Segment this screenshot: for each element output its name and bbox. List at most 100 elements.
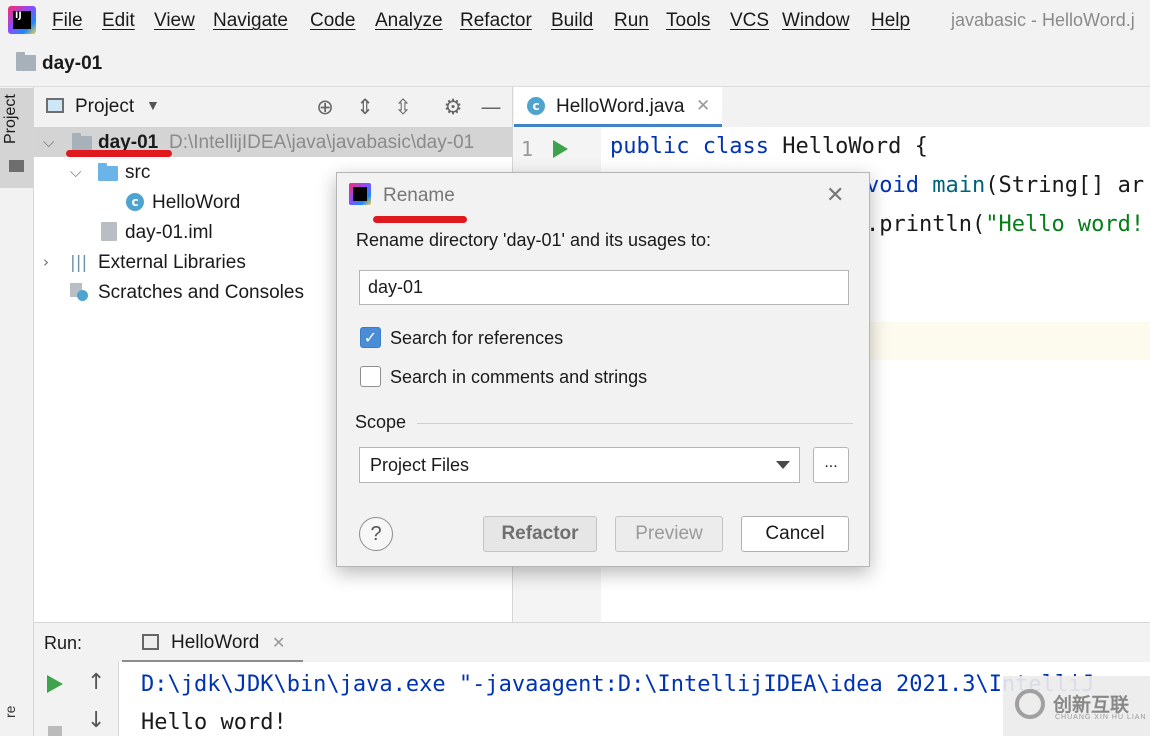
chevron-right-icon[interactable]: › (43, 253, 49, 271)
module-folder-icon (72, 133, 92, 151)
structure-tool-tab-label[interactable]: re (2, 688, 18, 718)
chevron-down-icon[interactable]: ⌵ (70, 163, 81, 181)
dialog-title: Rename (383, 185, 455, 206)
menu-analyze[interactable]: Analyze (375, 10, 443, 32)
help-button[interactable]: ? (359, 517, 393, 551)
project-tool-tab-label: Project (2, 94, 19, 144)
editor-tab[interactable]: c HelloWord.java ✕ (514, 87, 722, 127)
hide-icon[interactable]: — (479, 95, 503, 119)
navigation-bar: day-01 (0, 44, 1150, 87)
run-panel-label: Run: (44, 633, 83, 653)
preview-button[interactable]: Preview (615, 516, 723, 552)
menu-tools[interactable]: Tools (666, 10, 710, 32)
code-method: main (918, 173, 986, 198)
chevron-down-icon[interactable]: ⌵ (43, 133, 54, 151)
breadcrumb[interactable]: day-01 (42, 53, 102, 75)
collapse-all-icon[interactable]: ⇳ (391, 95, 415, 119)
java-class-icon: c (527, 97, 545, 115)
scope-browse-button[interactable]: ... (813, 447, 849, 483)
editor-tab-label: HelloWord.java (556, 96, 685, 117)
arrow-up-icon[interactable]: ↑ (87, 670, 105, 695)
project-view-selector[interactable]: Project (75, 96, 134, 118)
scope-select-value: Project Files (370, 455, 470, 475)
menu-view[interactable]: View (154, 10, 195, 32)
code-text: HelloWord { (768, 134, 928, 159)
menu-run[interactable]: Run (614, 10, 649, 32)
tree-item-root-path: D:\IntellijIDEA\java\javabasic\day-01 (169, 132, 475, 153)
code-keyword: void (866, 173, 919, 198)
menu-edit[interactable]: Edit (102, 10, 135, 32)
code-line-1: public class HelloWord { (610, 134, 928, 159)
watermark: 创新互联 CHUANG XIN HU LIAN (1003, 676, 1150, 736)
tree-item-iml[interactable]: day-01.iml (125, 222, 213, 244)
menu-window[interactable]: Window (782, 10, 850, 32)
gear-icon[interactable]: ⚙ (441, 95, 465, 119)
scope-separator (417, 423, 853, 424)
new-name-input[interactable] (359, 270, 849, 305)
menu-bar: IJ File Edit View Navigate Code Analyze … (0, 0, 1150, 44)
scope-label: Scope (355, 412, 407, 432)
console-line: Hello word! (141, 710, 287, 735)
close-icon[interactable]: ✕ (696, 96, 710, 116)
expand-all-icon[interactable]: ⇕ (353, 95, 377, 119)
close-icon[interactable]: ✕ (272, 633, 285, 653)
search-comments-checkbox[interactable] (360, 366, 381, 387)
code-line-2: void main(String[] ar (866, 173, 1144, 198)
search-comments-label[interactable]: Search in comments and strings (390, 367, 647, 388)
project-view-icon (46, 98, 64, 113)
watermark-text: 创新互联 (1053, 695, 1130, 716)
refactor-button[interactable]: Refactor (483, 516, 597, 552)
run-panel-header: Run: HelloWord ✕ (34, 622, 1150, 663)
window-title: javabasic - HelloWord.j (951, 10, 1135, 30)
code-text: (String[] ar (985, 173, 1145, 198)
run-toolbar: ↑ ↓ (34, 662, 119, 736)
scratches-icon (70, 283, 88, 301)
tree-item-scratches[interactable]: Scratches and Consoles (98, 282, 304, 304)
search-references-checkbox[interactable]: ✓ (360, 327, 381, 348)
source-folder-icon (98, 163, 118, 181)
locate-icon[interactable]: ⊕ (313, 95, 337, 119)
chevron-down-icon (776, 461, 790, 469)
project-tool-tab[interactable]: Project (0, 88, 33, 188)
tree-item-external-libraries[interactable]: External Libraries (98, 252, 246, 274)
tree-item-class[interactable]: HelloWord (152, 192, 240, 214)
project-panel-header: Project ▼ ⊕ ⇕ ⇳ ⚙ — (34, 87, 512, 127)
java-class-icon: c (126, 193, 144, 211)
menu-code[interactable]: Code (310, 10, 355, 32)
menu-build[interactable]: Build (551, 10, 593, 32)
red-annotation-mark (373, 216, 467, 223)
line-number: 1 (521, 137, 534, 161)
console-output[interactable]: D:\jdk\JDK\bin\java.exe "-javaagent:D:\I… (119, 662, 1150, 736)
console-icon (142, 634, 159, 650)
watermark-subtext: CHUANG XIN HU LIAN (1055, 714, 1147, 721)
library-icon: ||| (70, 253, 88, 273)
stop-icon[interactable] (48, 726, 62, 736)
console-line: D:\jdk\JDK\bin\java.exe "-javaagent:D:\I… (141, 672, 1095, 697)
rename-dialog: Rename ✕ Rename directory 'day-01' and i… (336, 172, 870, 567)
iml-file-icon (101, 222, 117, 241)
close-icon[interactable]: ✕ (826, 183, 844, 208)
watermark-logo-icon (1015, 689, 1045, 719)
run-tab[interactable]: HelloWord ✕ (122, 623, 303, 663)
run-tab-label: HelloWord (171, 632, 260, 653)
code-text: .println( (866, 212, 986, 237)
rerun-icon[interactable] (47, 675, 63, 693)
folder-icon (9, 160, 24, 172)
cancel-button[interactable]: Cancel (741, 516, 849, 552)
tree-item-src[interactable]: src (125, 162, 150, 184)
menu-file[interactable]: File (52, 10, 83, 32)
menu-help[interactable]: Help (871, 10, 910, 32)
scope-select[interactable]: Project Files (359, 447, 800, 483)
arrow-down-icon[interactable]: ↓ (87, 708, 105, 733)
code-keyword: public class (610, 134, 769, 159)
menu-vcs[interactable]: VCS (730, 10, 769, 32)
search-references-label[interactable]: Search for references (390, 328, 563, 349)
code-line-3: .println("Hello word! (866, 212, 1144, 237)
intellij-logo-icon[interactable]: IJ (8, 6, 36, 34)
menu-refactor[interactable]: Refactor (460, 10, 532, 32)
code-string: "Hello word! (985, 212, 1145, 237)
menu-navigate[interactable]: Navigate (213, 10, 288, 32)
run-gutter-icon[interactable] (553, 140, 568, 158)
dialog-prompt: Rename directory 'day-01' and its usages… (356, 230, 712, 250)
chevron-down-icon[interactable]: ▼ (146, 97, 160, 113)
